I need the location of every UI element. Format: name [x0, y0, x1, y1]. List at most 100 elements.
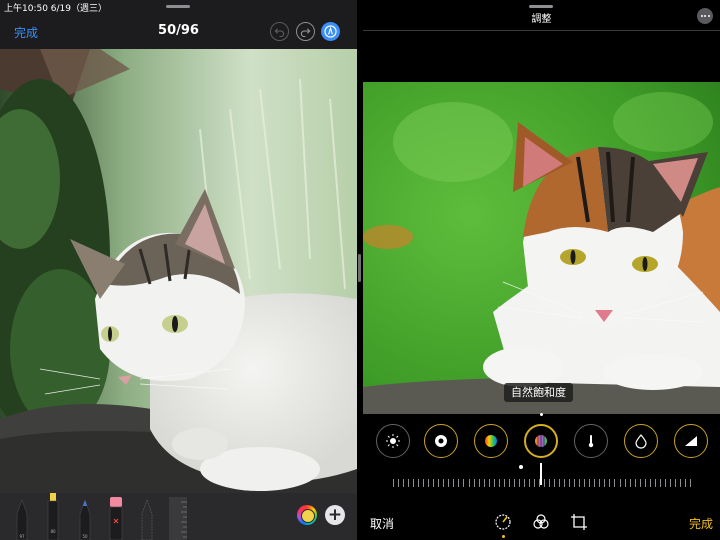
slider-tick — [498, 479, 500, 487]
slider-tick — [503, 479, 505, 487]
filters-icon — [533, 514, 549, 529]
slider-tick — [659, 479, 661, 487]
slider-tick — [518, 479, 520, 487]
more-options-icon[interactable] — [697, 8, 713, 24]
photo-adjust-pane: 調整 自然飽和度 取消 完成 — [363, 0, 720, 540]
slider-tick — [438, 479, 440, 487]
markup-button[interactable] — [321, 22, 340, 41]
pencil-tool[interactable]: 50 — [79, 499, 91, 540]
black-point-icon — [435, 435, 447, 447]
redo-icon — [300, 28, 311, 37]
color-wheel-icon[interactable] — [297, 505, 317, 525]
slider-tick — [443, 479, 445, 487]
slider-tick — [458, 479, 460, 487]
slider-tick — [483, 479, 485, 487]
markup-pen-icon — [324, 25, 337, 38]
slider-tick — [403, 479, 405, 487]
slider-origin-dot — [519, 465, 523, 469]
slider-tick — [579, 479, 581, 487]
adjustment-position-dot — [540, 413, 543, 416]
slider-tick — [554, 479, 556, 487]
lasso-tool[interactable] — [141, 499, 153, 540]
slider-tick — [463, 479, 465, 487]
highlighter-tool[interactable]: 80 — [47, 493, 59, 540]
cat-photo-left — [0, 49, 357, 493]
slider-tick — [684, 479, 686, 487]
notes-pane: 上午10:50 6/19（週三） 完成 50/96 97 80 50 + — [0, 0, 357, 540]
redo-button[interactable] — [296, 22, 315, 41]
brilliance-tool[interactable] — [376, 424, 410, 458]
vibrance-icon — [535, 435, 547, 447]
slider-tick — [418, 479, 420, 487]
black-point-tool[interactable] — [424, 424, 458, 458]
tint-tool[interactable] — [624, 424, 658, 458]
slider-tick — [584, 479, 586, 487]
slider-tick — [564, 479, 566, 487]
slider-tick — [634, 479, 636, 487]
slider-tick — [629, 479, 631, 487]
slider-tick — [544, 479, 546, 487]
pen-tool[interactable]: 97 — [16, 499, 28, 540]
saturation-icon — [485, 435, 497, 447]
plus-icon[interactable]: + — [325, 505, 345, 525]
header-separator — [363, 30, 720, 31]
status-bar-time: 上午10:50 6/19（週三） — [4, 4, 108, 14]
cat-photo-right — [363, 82, 720, 414]
tint-drop-icon — [635, 434, 647, 449]
slider-tick — [690, 479, 691, 487]
slider-tick — [493, 479, 495, 487]
adjust-dial-icon — [495, 514, 511, 530]
cancel-button[interactable]: 取消 — [370, 515, 394, 532]
vibrance-tool[interactable] — [524, 424, 558, 458]
undo-icon — [274, 28, 285, 37]
slider-tick — [639, 479, 641, 487]
highlighter-width-label: 80 — [50, 529, 56, 534]
adjust-title: 調整 — [531, 14, 552, 25]
slider-tick — [528, 479, 530, 487]
undo-button[interactable] — [270, 22, 289, 41]
ruler-tool[interactable] — [169, 497, 187, 540]
slider-tick — [413, 479, 415, 487]
tab-adjust[interactable] — [492, 511, 514, 533]
slider-tick — [624, 479, 626, 487]
slider-tick — [644, 479, 646, 487]
slider-tick — [604, 479, 606, 487]
slider-tick — [423, 479, 425, 487]
slider-tick — [513, 479, 515, 487]
multitask-handle-right[interactable] — [529, 5, 553, 8]
split-view-handle[interactable] — [358, 254, 361, 282]
slider-tick — [614, 479, 616, 487]
pencil-width-label: 50 — [82, 534, 88, 539]
saturation-tool[interactable] — [474, 424, 508, 458]
slider-tick — [538, 479, 540, 487]
slider-tick — [674, 479, 676, 487]
warmth-tool[interactable] — [574, 424, 608, 458]
slider-tick — [478, 479, 480, 487]
slider-tick — [453, 479, 455, 487]
slider-tick — [594, 479, 596, 487]
slider-tick — [569, 479, 571, 487]
slider-tick — [599, 479, 601, 487]
slider-tick — [559, 479, 561, 487]
slider-tick — [574, 479, 576, 487]
pen-width-label: 97 — [19, 534, 25, 539]
slider-tick — [433, 479, 435, 487]
adjustment-slider[interactable] — [393, 478, 691, 488]
slider-tick — [549, 479, 551, 487]
slider-tick — [669, 479, 671, 487]
done-button-right[interactable]: 完成 — [689, 515, 713, 532]
slider-tick — [473, 479, 475, 487]
slider-tick — [664, 479, 666, 487]
slider-tick — [508, 479, 510, 487]
slider-tick — [398, 479, 400, 487]
slider-tick — [654, 479, 656, 487]
tab-crop[interactable] — [568, 511, 590, 533]
crop-icon — [571, 514, 587, 530]
sharpness-tool[interactable] — [674, 424, 708, 458]
multitask-handle-left[interactable] — [166, 5, 190, 8]
eraser-tool[interactable] — [109, 497, 123, 540]
slider-tick — [468, 479, 470, 487]
slider-tick — [589, 479, 591, 487]
tab-filters[interactable] — [530, 511, 552, 533]
slider-tick — [488, 479, 490, 487]
